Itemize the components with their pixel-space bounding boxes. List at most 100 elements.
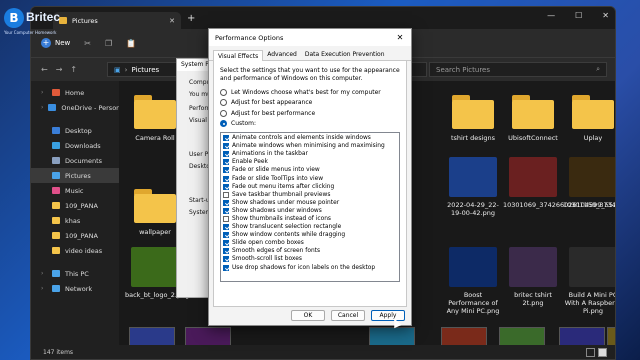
paste-icon[interactable]: 📋 (126, 39, 136, 48)
file-item[interactable]: tshirt designs (443, 95, 503, 142)
search-input[interactable]: Search Pictures ⌕ (429, 62, 607, 77)
checkbox[interactable] (223, 143, 229, 150)
checkbox[interactable] (223, 224, 229, 231)
file-item[interactable]: Uplay (563, 95, 615, 142)
maximize-button[interactable]: ☐ (575, 11, 582, 20)
sidebar-item-network[interactable]: › Network (31, 281, 119, 296)
folder-icon (52, 202, 60, 209)
file-item-label: 10301069_374266026104599_552339540760383… (503, 201, 616, 209)
visual-effects-panel: Select the settings that you want to use… (213, 61, 407, 307)
checkbox[interactable] (223, 167, 229, 174)
sidebar-item-khas[interactable]: khas (31, 213, 119, 228)
image-thumbnail (509, 247, 557, 287)
tab-advanced[interactable]: Advanced (263, 49, 301, 60)
sidebar-item-this-pc[interactable]: › This PC (31, 266, 119, 281)
visual-effect-option[interactable]: Show shadows under mouse pointer (223, 199, 397, 207)
visual-effect-option[interactable]: Animations in the taskbar (223, 150, 397, 158)
radio-button[interactable] (220, 109, 227, 117)
close-icon[interactable]: ✕ (389, 29, 411, 46)
sidebar-item-109-pana[interactable]: 109_PANA (31, 228, 119, 243)
file-item[interactable]: 2022-04-29_22-19-00-42.png (443, 157, 503, 217)
checkbox[interactable] (223, 199, 229, 206)
preset-radio[interactable]: Adjust for best performance (220, 108, 400, 119)
sidebar-item-onedrive-persona[interactable]: › OneDrive - Persona (31, 100, 119, 115)
pictures-icon: ▣ (114, 65, 121, 74)
folder-icon (52, 247, 60, 254)
option-label: Show translucent selection rectangle (232, 224, 342, 231)
checkbox[interactable] (223, 151, 229, 158)
visual-effect-option[interactable]: Smooth-scroll list boxes (223, 255, 397, 263)
visual-effect-option[interactable]: Slide open combo boxes (223, 239, 397, 247)
visual-effect-option[interactable]: Fade or slide ToolTips into view (223, 174, 397, 182)
checkbox[interactable] (223, 183, 229, 190)
visual-effect-option[interactable]: Fade or slide menus into view (223, 166, 397, 174)
radio-button[interactable] (220, 120, 227, 128)
checkbox[interactable] (223, 248, 229, 255)
ok-button[interactable]: OK (291, 310, 325, 321)
visual-effect-option[interactable]: Show shadows under windows (223, 207, 397, 215)
dialog-description: Select the settings that you want to use… (220, 67, 400, 82)
new-tab-button[interactable]: + (187, 13, 195, 24)
checkbox[interactable] (223, 256, 229, 263)
copy-icon[interactable]: ❐ (105, 39, 112, 48)
visual-effect-option[interactable]: Fade out menu items after clicking (223, 183, 397, 191)
new-button[interactable]: + New (41, 38, 70, 48)
visual-effect-option[interactable]: Show translucent selection rectangle (223, 223, 397, 231)
cancel-button[interactable]: Cancel (331, 310, 365, 321)
close-window-button[interactable]: ✕ (602, 11, 609, 20)
cut-icon[interactable]: ✂ (84, 39, 91, 48)
sidebar-item-label: 109_PANA (65, 231, 98, 240)
preset-radio[interactable]: Custom: (220, 119, 400, 130)
file-item[interactable]: britec tshirt 2t.png (503, 247, 563, 307)
tab-visual-effects[interactable]: Visual Effects (213, 50, 264, 61)
sidebar-item-music[interactable]: Music (31, 183, 119, 198)
checkbox[interactable] (223, 240, 229, 247)
file-item[interactable]: Boost Performance of Any Mini PC.png (443, 247, 503, 315)
radio-button[interactable] (220, 99, 227, 107)
visual-effect-option[interactable]: Save taskbar thumbnail previews (223, 191, 397, 199)
file-item-label: tshirt designs (450, 134, 496, 142)
checkbox[interactable] (223, 232, 229, 239)
checkbox[interactable] (223, 215, 229, 222)
visual-effect-option[interactable]: Animate controls and elements inside win… (223, 134, 397, 142)
file-item[interactable]: 10301159_373497709416754_761370446585530… (563, 157, 615, 209)
tab-pictures[interactable]: Pictures ✕ (53, 12, 181, 29)
visual-effect-option[interactable]: Show window contents while dragging (223, 231, 397, 239)
preset-radio[interactable]: Adjust for best appearance (220, 98, 400, 109)
file-item[interactable]: 10301069_374266026104599_552339540760383… (503, 157, 616, 209)
sidebar-item-label: This PC (65, 269, 89, 278)
back-icon[interactable]: ← (41, 65, 48, 74)
visual-effect-option[interactable]: Animate windows when minimising and maxi… (223, 142, 397, 150)
forward-icon[interactable]: → (56, 65, 63, 74)
item-count: 147 items (43, 348, 74, 356)
preset-radio[interactable]: Let Windows choose what's best for my co… (220, 87, 400, 98)
sidebar-item-downloads[interactable]: Downloads (31, 138, 119, 153)
checkbox[interactable] (223, 135, 229, 142)
checkbox[interactable] (223, 207, 229, 214)
visual-effect-option[interactable]: Smooth edges of screen fonts (223, 247, 397, 255)
large-icons-view-icon[interactable] (598, 347, 607, 357)
chevron-right-icon: › (41, 89, 44, 96)
sidebar-item-109-pana[interactable]: 109_PANA (31, 198, 119, 213)
checkbox[interactable] (223, 264, 229, 271)
file-item[interactable]: UbisoftConnect (503, 95, 563, 142)
sidebar-item-pictures[interactable]: Pictures (31, 168, 119, 183)
file-item[interactable]: Build A Mini PC With A Raspberry Pi.png (563, 247, 615, 315)
visual-effect-option[interactable]: Show thumbnails instead of icons (223, 215, 397, 223)
sidebar-item-documents[interactable]: Documents (31, 153, 119, 168)
close-tab-icon[interactable]: ✕ (169, 17, 175, 25)
tab-data-execution-prevention[interactable]: Data Execution Prevention (301, 49, 389, 60)
apply-button[interactable]: Apply (371, 310, 405, 321)
visual-effect-option[interactable]: Use drop shadows for icon labels on the … (223, 264, 397, 272)
minimize-button[interactable]: — (547, 11, 555, 20)
sidebar-item-video-ideas[interactable]: video ideas (31, 243, 119, 258)
visual-effect-option[interactable]: Enable Peek (223, 158, 397, 166)
checkbox[interactable] (223, 159, 229, 166)
radio-button[interactable] (220, 88, 227, 96)
up-icon[interactable]: ↑ (70, 65, 77, 74)
checkbox[interactable] (223, 191, 229, 198)
details-view-icon[interactable] (586, 347, 595, 357)
checkbox[interactable] (223, 175, 229, 182)
sidebar-item-home[interactable]: › Home (31, 85, 119, 100)
sidebar-item-desktop[interactable]: Desktop (31, 123, 119, 138)
